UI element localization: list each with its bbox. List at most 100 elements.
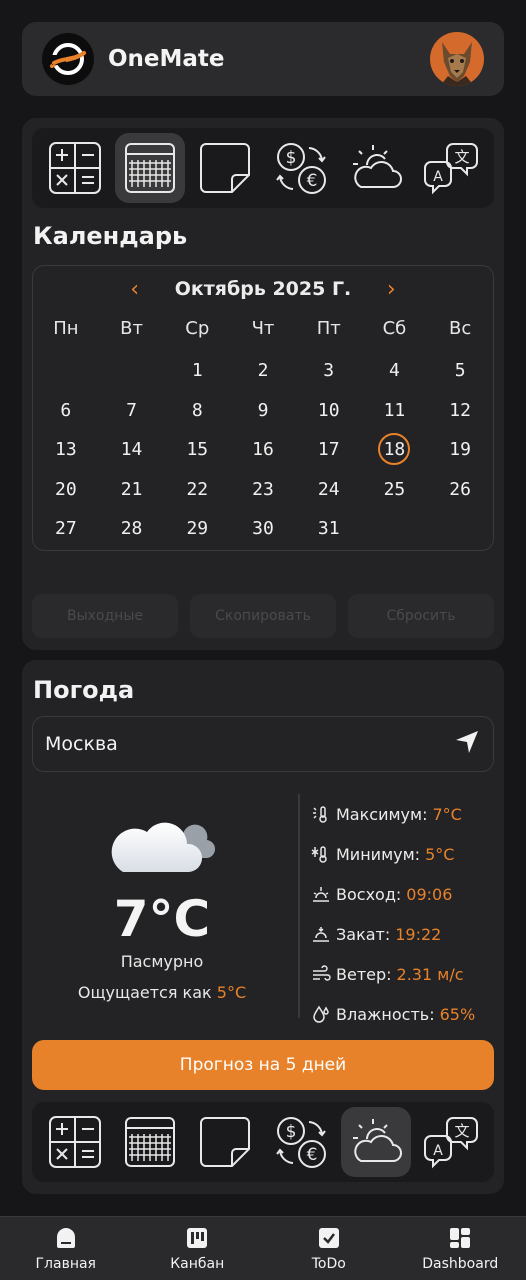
weather-tool[interactable] bbox=[341, 133, 411, 203]
current-temperature: 7°C bbox=[113, 890, 211, 948]
calendar-day[interactable]: 15 bbox=[164, 433, 230, 467]
city-input[interactable]: Москва bbox=[32, 716, 494, 772]
calendar-day[interactable]: 14 bbox=[99, 433, 165, 467]
location-arrow-icon[interactable] bbox=[453, 728, 481, 760]
calendar-weekdays: Пн Вт Ср Чт Пт Сб Вс bbox=[33, 318, 493, 339]
calendar-day[interactable]: 10 bbox=[296, 394, 362, 428]
calendar-day[interactable]: 5 bbox=[427, 354, 493, 388]
calendar-day[interactable]: 12 bbox=[427, 394, 493, 428]
stat-max: Максимум: 7°C bbox=[310, 794, 500, 834]
weekends-button[interactable]: Выходные bbox=[32, 594, 178, 638]
stat-sunset: Закат: 19:22 bbox=[310, 914, 500, 954]
kanban-icon bbox=[187, 1227, 208, 1248]
weekday-label: Пн bbox=[53, 318, 79, 339]
prev-month-button[interactable]: ‹ bbox=[125, 277, 145, 302]
calendar-day[interactable]: 30 bbox=[230, 512, 296, 546]
calendar-day[interactable]: 4 bbox=[362, 354, 428, 388]
calendar-tool[interactable] bbox=[115, 133, 186, 203]
stat-humidity: Влажность: 65% bbox=[310, 994, 500, 1034]
calendar-day[interactable]: 23 bbox=[230, 473, 296, 507]
reset-button[interactable]: Сбросить bbox=[348, 594, 494, 638]
calendar-tool[interactable] bbox=[115, 1107, 185, 1177]
calendar-week-row: 13 14 15 16 17 18 19 bbox=[33, 433, 493, 467]
copy-button[interactable]: Скопировать bbox=[190, 594, 336, 638]
calendar-icon bbox=[125, 143, 176, 193]
calendar-day[interactable]: 8 bbox=[164, 394, 230, 428]
calendar-day[interactable]: 16 bbox=[230, 433, 296, 467]
calendar-day[interactable]: 25 bbox=[362, 473, 428, 507]
app-logo-icon bbox=[42, 33, 94, 85]
translate-icon: 文 A bbox=[423, 1117, 478, 1169]
next-month-button[interactable]: › bbox=[381, 277, 401, 302]
home-icon bbox=[56, 1227, 75, 1248]
calendar-day[interactable]: 13 bbox=[33, 433, 99, 467]
calendar-day[interactable]: 26 bbox=[427, 473, 493, 507]
calendar-day[interactable]: 28 bbox=[99, 512, 165, 546]
calendar-day[interactable]: 3 bbox=[296, 354, 362, 388]
sunset-icon bbox=[310, 924, 332, 944]
svg-text:A: A bbox=[433, 169, 443, 185]
calendar-day[interactable]: 21 bbox=[99, 473, 165, 507]
nav-home-label: Главная bbox=[35, 1255, 96, 1272]
weekday-label: Сб bbox=[382, 318, 407, 339]
stat-label: Максимум: bbox=[336, 804, 428, 824]
stat-value: 19:22 bbox=[395, 924, 442, 944]
stat-value: 7°C bbox=[432, 804, 462, 824]
stat-label: Влажность: bbox=[336, 1004, 435, 1024]
calendar-day[interactable]: 9 bbox=[230, 394, 296, 428]
weekday-label: Чт bbox=[251, 318, 275, 339]
weekday-label: Ср bbox=[185, 318, 210, 339]
weekday-label: Пт bbox=[316, 318, 341, 339]
nav-todo[interactable]: ToDo bbox=[269, 1226, 389, 1272]
nav-home[interactable]: Главная bbox=[6, 1226, 126, 1272]
calendar-day-today[interactable]: 18 bbox=[378, 433, 411, 465]
calendar-day[interactable]: 6 bbox=[33, 394, 99, 428]
translate-tool[interactable]: 文 A bbox=[416, 133, 486, 203]
calendar-day[interactable]: 22 bbox=[164, 473, 230, 507]
currency-tool[interactable]: $ € bbox=[266, 133, 336, 203]
svg-text:$: $ bbox=[285, 1122, 296, 1142]
calendar-day[interactable]: 29 bbox=[164, 512, 230, 546]
stat-wind: Ветер: 2.31 м/с bbox=[310, 954, 500, 994]
nav-kanban-label: Канбан bbox=[170, 1255, 225, 1272]
weather-tool[interactable] bbox=[340, 1107, 411, 1177]
calendar-day[interactable]: 1 bbox=[164, 354, 230, 388]
thermometer-sun-icon bbox=[310, 804, 332, 824]
calendar-week-row: 20 21 22 23 24 25 26 bbox=[33, 473, 493, 507]
calendar-day[interactable]: 31 bbox=[296, 512, 362, 546]
notes-tool[interactable] bbox=[190, 1107, 260, 1177]
svg-text:文: 文 bbox=[454, 1122, 469, 1140]
calendar-card: $ € 文 A Календарь ‹ Октябрь 2025 Г. › Пн… bbox=[22, 118, 504, 650]
calculator-tool[interactable] bbox=[40, 133, 110, 203]
calendar-day[interactable]: 2 bbox=[230, 354, 296, 388]
calendar-day[interactable]: 17 bbox=[296, 433, 362, 467]
forecast-button[interactable]: Прогноз на 5 дней bbox=[32, 1040, 494, 1090]
calendar-day bbox=[427, 512, 493, 546]
calendar-day[interactable]: 19 bbox=[427, 433, 493, 467]
calendar-day[interactable]: 20 bbox=[33, 473, 99, 507]
calendar-actions: Выходные Скопировать Сбросить bbox=[32, 594, 494, 638]
wind-icon bbox=[310, 964, 332, 984]
translate-tool[interactable]: 文 A bbox=[416, 1107, 486, 1177]
calendar-day[interactable]: 24 bbox=[296, 473, 362, 507]
notes-tool[interactable] bbox=[190, 133, 260, 203]
sticky-note-icon bbox=[200, 143, 251, 193]
nav-dashboard[interactable]: Dashboard bbox=[400, 1226, 520, 1272]
nav-kanban[interactable]: Канбан bbox=[137, 1226, 257, 1272]
app-header: OneMate bbox=[22, 22, 504, 96]
feels-like-value: 5°C bbox=[216, 983, 247, 1002]
stat-value: 09:06 bbox=[406, 884, 453, 904]
currency-tool[interactable]: $ € bbox=[266, 1107, 336, 1177]
calendar-day[interactable]: 7 bbox=[99, 394, 165, 428]
bottom-nav: Главная Канбан ToDo Dashboard bbox=[0, 1216, 526, 1280]
checkbox-icon bbox=[318, 1227, 339, 1248]
calculator-tool[interactable] bbox=[40, 1107, 110, 1177]
currency-exchange-icon: $ € bbox=[275, 1117, 326, 1168]
calendar-widget: ‹ Октябрь 2025 Г. › Пн Вт Ср Чт Пт Сб Вс… bbox=[32, 265, 494, 551]
calendar-day[interactable]: 11 bbox=[362, 394, 428, 428]
stat-value: 2.31 м/с bbox=[396, 964, 464, 984]
calendar-day[interactable]: 27 bbox=[33, 512, 99, 546]
weather-summary: 7°C Пасмурно Ощущается как 5°C bbox=[52, 810, 272, 1002]
user-avatar[interactable] bbox=[430, 32, 484, 86]
weekday-label: Вс bbox=[449, 318, 472, 339]
